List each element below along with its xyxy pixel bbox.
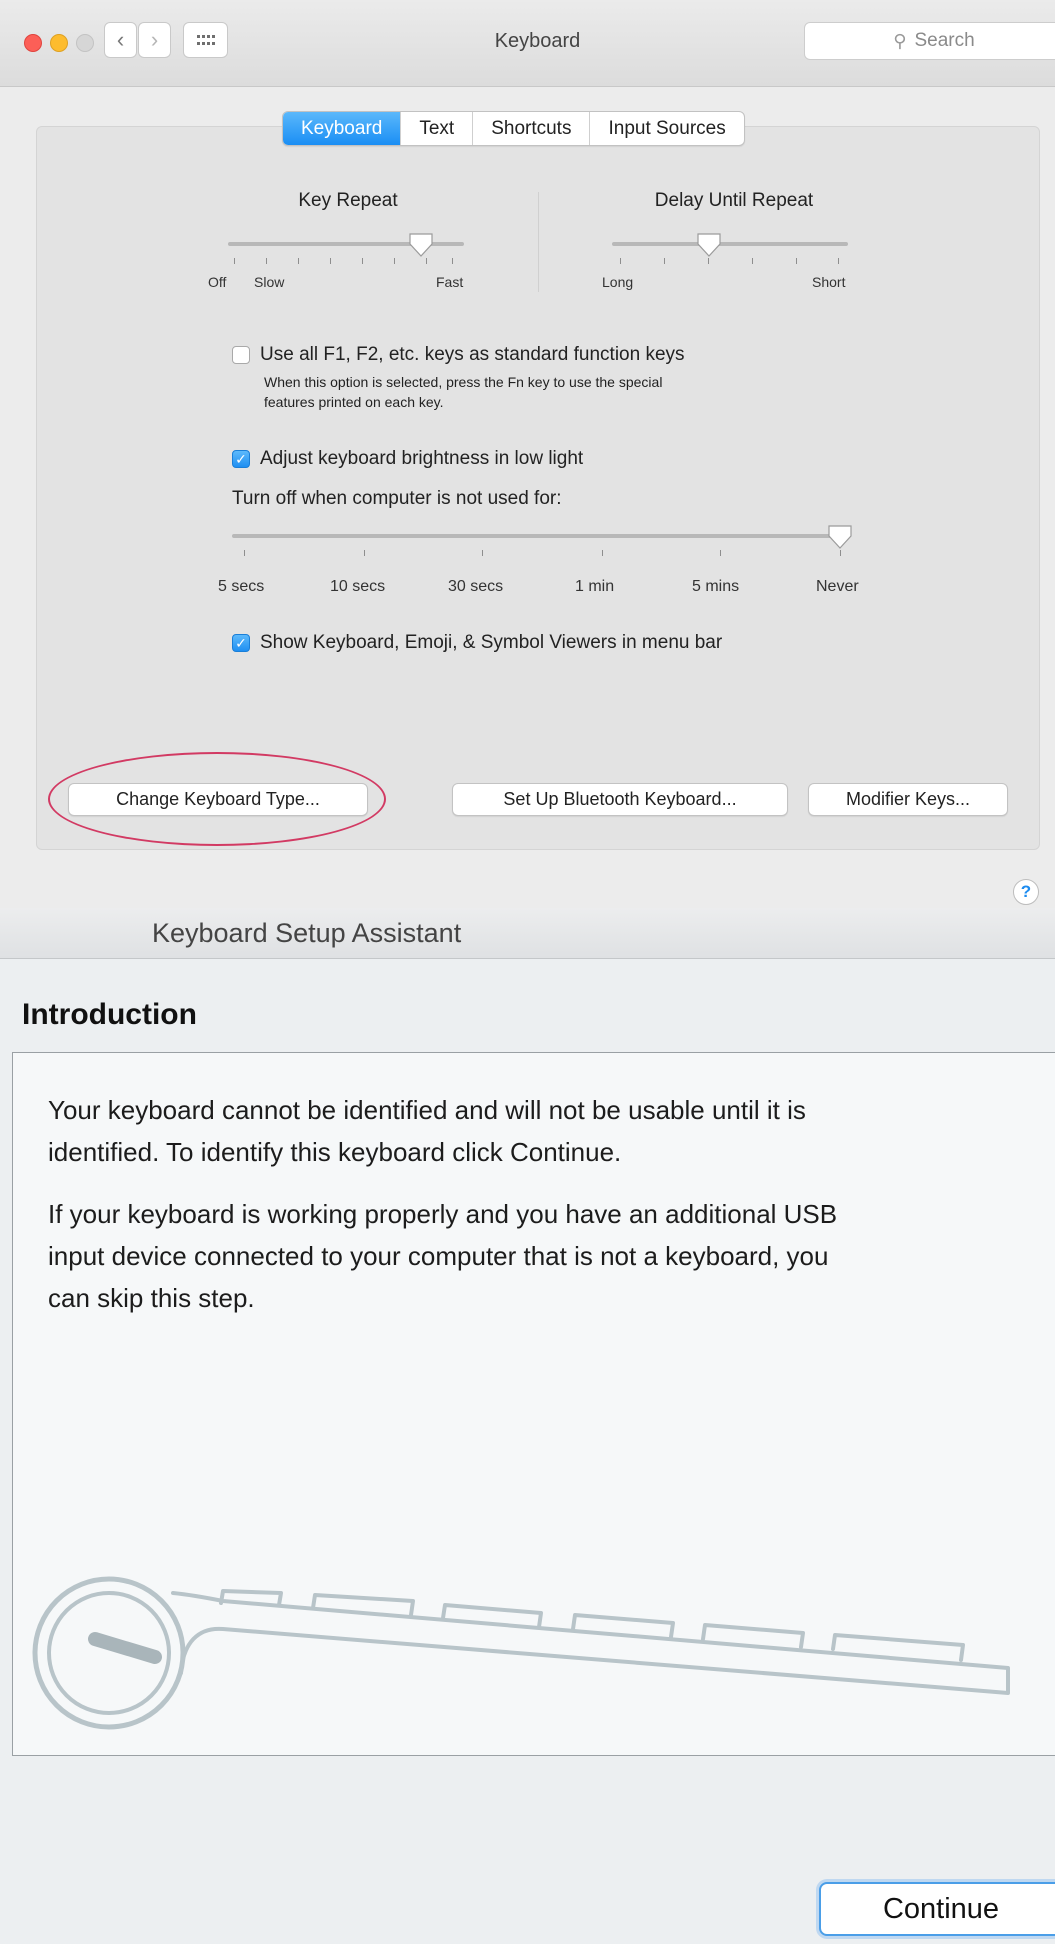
paragraph-line: can skip this step.	[48, 1283, 255, 1313]
turn-off-slider-knob[interactable]	[827, 524, 853, 550]
introduction-heading: Introduction	[22, 998, 197, 1031]
function-keys-label: Use all F1, F2, etc. keys as standard fu…	[260, 344, 685, 365]
tick	[796, 258, 797, 264]
tick	[426, 258, 427, 264]
tick	[838, 258, 839, 264]
brightness-checkbox[interactable]: ✓	[232, 450, 250, 468]
tick	[664, 258, 665, 264]
annotation-ellipse	[48, 752, 386, 846]
tick	[234, 258, 235, 264]
function-keys-note-line: features printed on each key.	[264, 394, 444, 410]
help-button[interactable]: ?	[1013, 879, 1039, 905]
assistant-title: Keyboard Setup Assistant	[152, 918, 462, 948]
turn-off-option-label: 1 min	[575, 578, 615, 595]
assistant-title-bar: Keyboard Setup Assistant	[0, 908, 1055, 959]
tab-input-sources[interactable]: Input Sources	[590, 112, 743, 145]
show-viewers-label: Show Keyboard, Emoji, & Symbol Viewers i…	[260, 632, 723, 653]
column-divider	[538, 192, 539, 292]
key-repeat-slow-label: Slow	[254, 274, 285, 290]
keyboard-illustration-icon	[32, 1576, 1010, 1730]
title-bar: ‹ › Keyboard ⚲ Search	[0, 0, 1055, 87]
set-up-bluetooth-keyboard-button[interactable]: Set Up Bluetooth Keyboard...	[452, 783, 788, 816]
tick	[840, 550, 841, 556]
paragraph-line: input device connected to your computer …	[48, 1241, 829, 1271]
search-icon: ⚲	[893, 30, 907, 51]
tick	[330, 258, 331, 264]
turn-off-option-label: 5 mins	[692, 578, 740, 595]
turn-off-option-label: 5 secs	[218, 578, 265, 595]
tick	[752, 258, 753, 264]
turn-off-option-label: 10 secs	[330, 578, 386, 595]
tab-keyboard[interactable]: Keyboard	[283, 112, 402, 145]
brightness-label: Adjust keyboard brightness in low light	[260, 448, 584, 469]
tick	[482, 550, 483, 556]
tick	[364, 550, 365, 556]
key-repeat-slider-knob[interactable]	[408, 232, 434, 258]
tick	[244, 550, 245, 556]
assistant-content-area: Your keyboard cannot be identified and w…	[12, 1052, 1055, 1756]
delay-until-repeat-title: Delay Until Repeat	[654, 190, 814, 211]
paragraph-line: Your keyboard cannot be identified and w…	[48, 1095, 806, 1125]
key-repeat-min-label: Off	[208, 274, 227, 290]
skip-paragraph: If your keyboard is working properly and…	[48, 1193, 1038, 1319]
turn-off-option-label: 30 secs	[448, 578, 504, 595]
key-repeat-max-label: Fast	[436, 274, 464, 290]
brightness-option[interactable]: ✓ Adjust keyboard brightness in low ligh…	[232, 448, 583, 470]
function-keys-option[interactable]: Use all F1, F2, etc. keys as standard fu…	[232, 344, 685, 366]
modifier-keys-button[interactable]: Modifier Keys...	[808, 783, 1008, 816]
delay-slider-knob[interactable]	[696, 232, 722, 258]
delay-slider-track[interactable]	[612, 242, 848, 246]
tab-text[interactable]: Text	[401, 112, 474, 145]
paragraph-line: identified. To identify this keyboard cl…	[48, 1137, 622, 1167]
tick	[452, 258, 453, 264]
function-keys-note-line: When this option is selected, press the …	[264, 374, 663, 390]
search-field[interactable]: ⚲ Search	[804, 22, 1055, 60]
turn-off-option-label: Never	[816, 578, 859, 595]
tick	[394, 258, 395, 264]
key-repeat-title: Key Repeat	[298, 190, 398, 211]
search-placeholder: Search	[914, 30, 975, 51]
delay-min-label: Long	[602, 274, 634, 290]
identify-paragraph: Your keyboard cannot be identified and w…	[48, 1089, 1038, 1173]
tick	[298, 258, 299, 264]
checkmark-icon: ✓	[235, 634, 247, 651]
turn-off-label: Turn off when computer is not used for:	[232, 488, 562, 509]
tick	[602, 550, 603, 556]
checkmark-icon: ✓	[235, 450, 247, 467]
tick	[266, 258, 267, 264]
tick	[620, 258, 621, 264]
function-keys-note: When this option is selected, press the …	[264, 372, 662, 412]
show-viewers-checkbox[interactable]: ✓	[232, 634, 250, 652]
continue-button[interactable]: Continue	[819, 1882, 1055, 1936]
tick	[720, 550, 721, 556]
function-keys-checkbox[interactable]	[232, 346, 250, 364]
tick	[362, 258, 363, 264]
delay-max-label: Short	[812, 274, 846, 290]
turn-off-slider-track[interactable]	[232, 534, 848, 538]
keyboard-setup-assistant-window: Keyboard Setup Assistant Introduction Yo…	[0, 908, 1055, 1944]
tick	[708, 258, 709, 264]
show-viewers-option[interactable]: ✓ Show Keyboard, Emoji, & Symbol Viewers…	[232, 632, 722, 654]
paragraph-line: If your keyboard is working properly and…	[48, 1199, 838, 1229]
keyboard-preferences-window: ‹ › Keyboard ⚲ Search Keyboard Text Shor…	[0, 0, 1055, 908]
tab-shortcuts[interactable]: Shortcuts	[473, 112, 591, 145]
tab-bar: Keyboard Text Shortcuts Input Sources	[282, 111, 745, 146]
